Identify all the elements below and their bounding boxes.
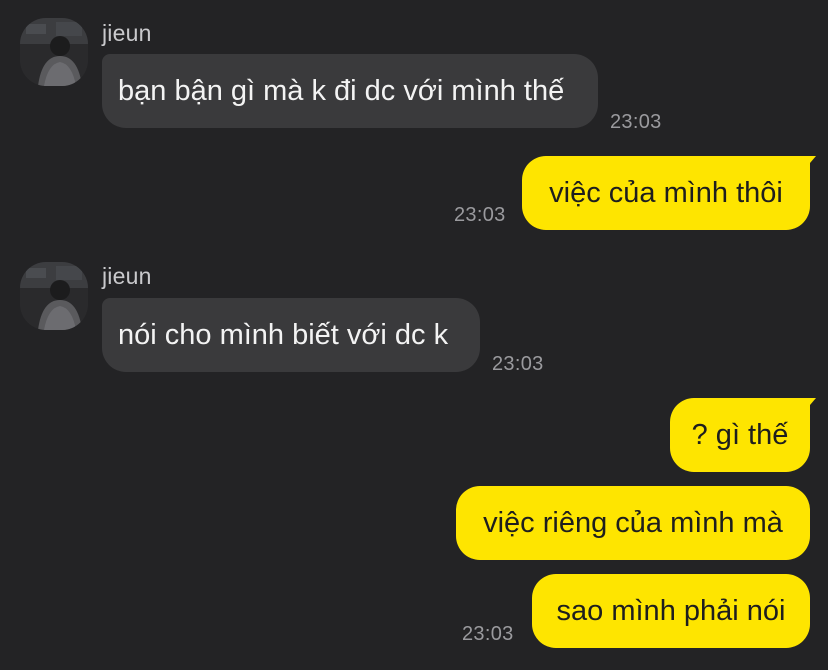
message-timestamp: 23:03 (492, 353, 544, 375)
message-text: nói cho mình biết với dc k (118, 318, 449, 351)
outgoing-message-bubble[interactable]: ? gì thế (670, 398, 810, 472)
incoming-message-bubble[interactable]: nói cho mình biết với dc k (102, 298, 480, 372)
outgoing-message-bubble[interactable]: sao mình phải nói (532, 574, 810, 648)
sender-avatar[interactable] (20, 262, 88, 330)
bubble-tail (804, 156, 816, 170)
profile-photo-icon (20, 18, 88, 86)
outgoing-message-bubble[interactable]: việc riêng của mình mà (456, 486, 810, 560)
message-text: việc của mình thôi (549, 176, 783, 209)
profile-photo-icon (20, 262, 88, 330)
sender-name: jieun (102, 263, 152, 289)
sender-avatar[interactable] (20, 18, 88, 86)
message-text: việc riêng của mình mà (483, 506, 783, 539)
message-timestamp: 23:03 (462, 623, 514, 645)
message-timestamp: 23:03 (610, 111, 662, 133)
incoming-message-bubble[interactable]: bạn bận gì mà k đi dc với mình thế (102, 54, 598, 128)
sender-name: jieun (102, 20, 152, 46)
message-text: bạn bận gì mà k đi dc với mình thế (118, 74, 565, 107)
message-text: ? gì thế (691, 418, 789, 451)
bubble-tail (804, 398, 816, 412)
message-text: sao mình phải nói (556, 594, 786, 627)
outgoing-message-bubble[interactable]: việc của mình thôi (522, 156, 810, 230)
message-timestamp: 23:03 (454, 204, 506, 226)
